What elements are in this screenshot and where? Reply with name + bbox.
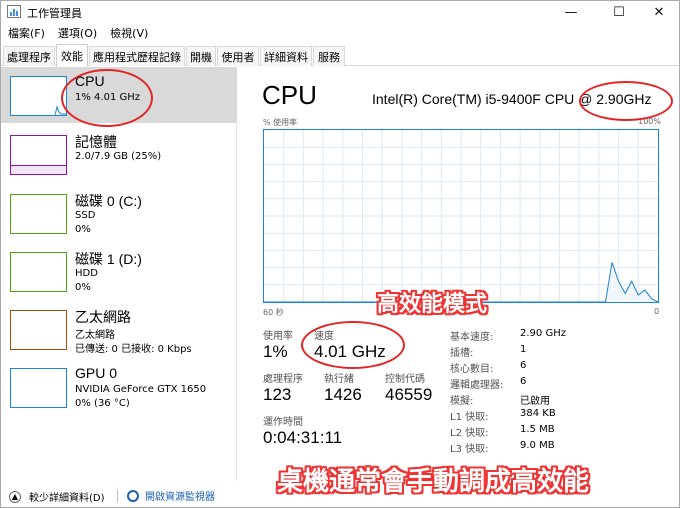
- graph-x-right: 0: [654, 307, 660, 316]
- annotation-circle-cpu: [61, 69, 153, 127]
- resource-name: 磁碟 0 (C:): [75, 193, 142, 209]
- uptime-label: 運作時間: [263, 417, 303, 428]
- tab-users[interactable]: 使用者: [217, 46, 259, 66]
- ethernet-thumbnail-graph: [10, 310, 67, 350]
- handles-label: 控制代碼: [385, 374, 425, 385]
- graph-y-label: % 使用率: [263, 118, 298, 127]
- tab-bar: 處理程序 效能 應用程式歷程記錄 開機 使用者 詳細資料 服務: [1, 44, 679, 67]
- spec-value: 384 KB: [520, 408, 556, 419]
- resource-name: GPU 0: [75, 365, 118, 381]
- annotation-note-text: 桌機通常會手動調成高效能: [277, 467, 590, 497]
- gpu-thumbnail-graph: [10, 368, 67, 408]
- cpu-thumbnail-graph: [10, 76, 67, 116]
- spec-value: 已啟用: [520, 396, 550, 407]
- spec-value: 6: [520, 376, 527, 387]
- disk-thumbnail-graph: [10, 194, 67, 234]
- processes-value: 123: [263, 385, 292, 404]
- resource-item-gpu[interactable]: GPU 0 NVIDIA GeForce GTX 1650 0% (36 °C): [1, 359, 237, 415]
- tab-startup[interactable]: 開機: [186, 46, 216, 66]
- close-button[interactable]: ✕: [637, 1, 679, 23]
- chevron-up-icon: ▲: [9, 490, 21, 503]
- spec-value: 2.90 GHz: [520, 328, 566, 339]
- tab-app-history[interactable]: 應用程式歷程記錄: [89, 46, 185, 66]
- uptime-value: 0:04:31:11: [263, 428, 343, 447]
- resource-detail: SSD: [75, 210, 96, 221]
- open-resource-monitor-link[interactable]: 開啟資源監視器: [127, 488, 215, 503]
- usage-label: 使用率: [263, 331, 293, 342]
- minimize-button[interactable]: —: [549, 1, 593, 23]
- resource-detail-2: 已傳送: 0 已接收: 0 Kbps: [75, 344, 192, 355]
- spec-label: L2 快取:: [450, 428, 489, 439]
- menu-view[interactable]: 檢視(V): [110, 25, 148, 41]
- window-title: 工作管理員: [27, 7, 82, 20]
- annotation-mode-text: 高效能模式: [377, 292, 488, 317]
- memory-thumbnail-graph: [10, 135, 67, 175]
- threads-value: 1426: [324, 385, 362, 404]
- resource-detail-2: 0%: [75, 224, 91, 235]
- annotation-circle-base-speed: [579, 81, 673, 121]
- spec-label: 插槽:: [450, 348, 474, 359]
- graph-x-left: 60 秒: [263, 308, 284, 317]
- resource-item-memory[interactable]: 記憶體 2.0/7.9 GB (25%): [1, 126, 237, 182]
- task-manager-window: 工作管理員 — ☐ ✕ 檔案(F) 選項(O) 檢視(V) 處理程序 效能 應用…: [0, 0, 680, 508]
- menu-bar: 檔案(F) 選項(O) 檢視(V): [1, 23, 154, 43]
- resource-item-disk-1[interactable]: 磁碟 1 (D:) HDD 0%: [1, 243, 237, 299]
- resource-monitor-icon: [127, 489, 139, 502]
- spec-label: 核心數目:: [450, 364, 494, 375]
- processes-label: 處理程序: [263, 374, 303, 385]
- resource-item-ethernet[interactable]: 乙太網路 乙太網路 已傳送: 0 已接收: 0 Kbps: [1, 301, 237, 357]
- spec-value: 6: [520, 360, 527, 371]
- usage-value: 1%: [263, 342, 288, 361]
- annotation-circle-speed: [301, 321, 405, 369]
- handles-value: 46559: [385, 385, 433, 404]
- resource-detail: 乙太網路: [75, 330, 115, 341]
- tab-performance[interactable]: 效能: [56, 44, 88, 67]
- spec-label: L3 快取:: [450, 444, 489, 455]
- resource-detail-2: 0% (36 °C): [75, 398, 130, 409]
- resource-name: 乙太網路: [75, 309, 131, 325]
- menu-options[interactable]: 選項(O): [58, 25, 97, 41]
- cpu-usage-chart: [264, 130, 658, 302]
- title-bar: 工作管理員 — ☐ ✕: [1, 1, 679, 23]
- resource-detail: HDD: [75, 268, 98, 279]
- disk-thumbnail-graph: [10, 252, 67, 292]
- fewer-details-label: 較少詳細資料(D): [29, 493, 105, 504]
- menu-file[interactable]: 檔案(F): [8, 25, 45, 41]
- spec-label: 基本速度:: [450, 332, 494, 343]
- resource-detail: 2.0/7.9 GB (25%): [75, 151, 162, 162]
- fewer-details-button[interactable]: ▲ 較少詳細資料(D): [9, 489, 105, 504]
- tab-details[interactable]: 詳細資料: [260, 46, 312, 66]
- resource-monitor-label: 開啟資源監視器: [145, 492, 215, 503]
- threads-label: 執行緒: [324, 374, 354, 385]
- spec-value: 1.5 MB: [520, 424, 555, 435]
- spec-value: 9.0 MB: [520, 440, 555, 451]
- resource-detail-2: 0%: [75, 282, 91, 293]
- spec-value: 1: [520, 344, 527, 355]
- divider: [117, 490, 118, 502]
- spec-label: 模擬:: [450, 396, 474, 407]
- resource-item-disk-0[interactable]: 磁碟 0 (C:) SSD 0%: [1, 185, 237, 241]
- spec-label: L1 快取:: [450, 412, 489, 423]
- maximize-button[interactable]: ☐: [597, 1, 641, 23]
- cpu-detail-panel: CPU Intel(R) Core(TM) i5-9400F CPU @ 2.9…: [238, 67, 679, 481]
- tab-services[interactable]: 服務: [313, 46, 345, 66]
- resource-list: CPU 1% 4.01 GHz 記憶體 2.0/7.9 GB (25%) 磁碟 …: [1, 67, 237, 481]
- task-manager-icon: [7, 5, 21, 18]
- resource-name: 磁碟 1 (D:): [75, 251, 142, 267]
- tab-processes[interactable]: 處理程序: [3, 46, 55, 66]
- resource-name: 記憶體: [75, 134, 117, 150]
- page-title: CPU: [262, 80, 317, 110]
- resource-detail: NVIDIA GeForce GTX 1650: [75, 384, 207, 395]
- spec-label: 邏輯處理器:: [450, 380, 504, 391]
- cpu-usage-graph: [263, 129, 659, 303]
